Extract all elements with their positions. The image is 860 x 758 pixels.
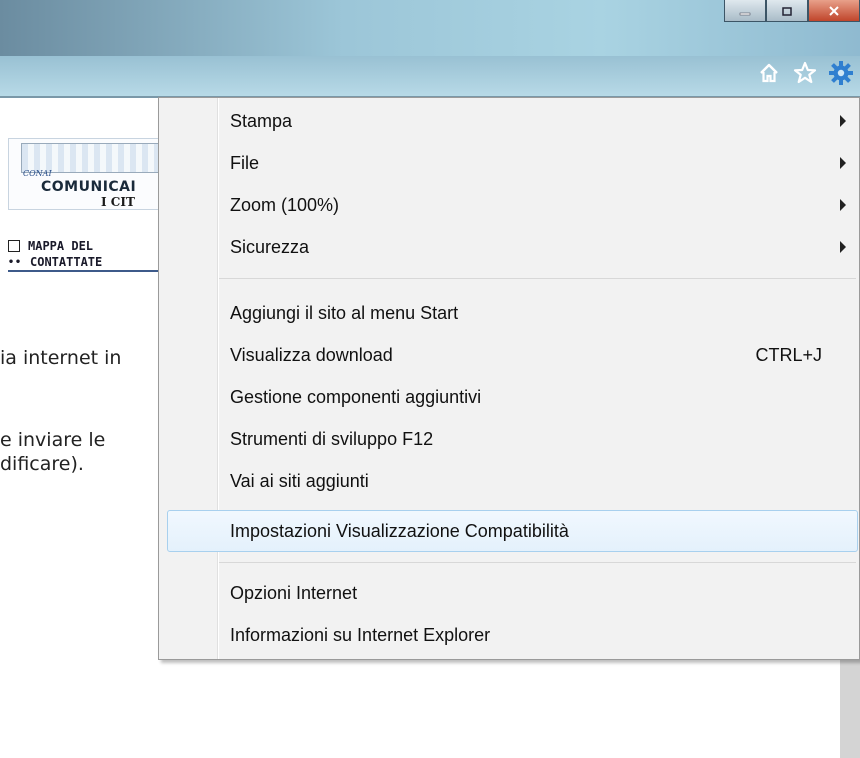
menu-item-compatibility-view-settings[interactable]: Impostazioni Visualizzazione Compatibili… (167, 510, 858, 552)
menu-item-manage-addons[interactable]: Gestione componenti aggiuntivi (160, 376, 858, 418)
menu-item-file[interactable]: File (160, 142, 858, 184)
close-button[interactable] (808, 0, 860, 22)
site-banner[interactable]: CONAI COMUNICAI I CIT (8, 138, 168, 210)
submenu-arrow-icon (840, 157, 846, 169)
menu-item-stampa[interactable]: Stampa (160, 100, 858, 142)
banner-title: COMUNICAI (41, 179, 137, 195)
restore-icon (782, 6, 792, 16)
dots-icon: •• (8, 256, 23, 268)
window-controls (724, 0, 860, 26)
tools-menu: Stampa File Zoom (100%) Sicurezza Aggiun… (158, 97, 860, 660)
menu-item-label: Informazioni su Internet Explorer (230, 624, 491, 645)
submenu-arrow-icon (840, 241, 846, 253)
menu-item-label: Sicurezza (230, 236, 310, 257)
menu-separator (219, 562, 856, 563)
menu-item-developer-tools[interactable]: Strumenti di sviluppo F12 (160, 418, 858, 460)
home-icon (760, 63, 778, 83)
home-button[interactable] (756, 60, 782, 86)
minimize-icon (739, 12, 751, 15)
close-icon (829, 5, 839, 16)
menu-item-shortcut: CTRL+J (755, 344, 822, 365)
body-text-line: dificare). (0, 453, 84, 475)
menu-item-label: Visualizza download (230, 344, 393, 365)
menu-item-add-to-start[interactable]: Aggiungi il sito al menu Start (160, 292, 858, 334)
site-links: MAPPA DEL •• CONTATTATE (8, 238, 168, 272)
minimize-button[interactable] (724, 0, 766, 22)
menu-item-label: Stampa (230, 110, 293, 131)
sitemap-link[interactable]: MAPPA DEL (8, 238, 168, 254)
tools-button[interactable] (828, 60, 854, 86)
submenu-arrow-icon (840, 199, 846, 211)
menu-item-label: Impostazioni Visualizzazione Compatibili… (230, 520, 569, 541)
submenu-arrow-icon (840, 115, 846, 127)
menu-item-about-ie[interactable]: Informazioni su Internet Explorer (160, 614, 858, 656)
menu-item-label: Vai ai siti aggiunti (230, 470, 369, 491)
menu-item-zoom[interactable]: Zoom (100%) (160, 184, 858, 226)
menu-item-internet-options[interactable]: Opzioni Internet (160, 572, 858, 614)
menu-item-label: Aggiungi il sito al menu Start (230, 302, 459, 323)
menu-separator (219, 278, 856, 279)
body-text-line: ia internet in (0, 347, 122, 369)
menu-item-label: File (230, 152, 260, 173)
browser-chrome (0, 0, 860, 98)
menu-item-label: Opzioni Internet (230, 582, 358, 603)
banner-brand: CONAI (23, 169, 52, 178)
sitemap-link-label: MAPPA DEL (28, 239, 94, 253)
menu-item-view-downloads[interactable]: Visualizza download CTRL+J (160, 334, 858, 376)
contact-link[interactable]: •• CONTATTATE (8, 254, 168, 272)
menu-item-label: Zoom (100%) (230, 194, 340, 215)
favorites-button[interactable] (792, 60, 818, 86)
menu-item-pinned-sites[interactable]: Vai ai siti aggiunti (160, 460, 858, 502)
contact-link-label: CONTATTATE (30, 255, 103, 269)
restore-button[interactable] (766, 0, 808, 22)
arrow-icon (8, 240, 20, 252)
menu-item-sicurezza[interactable]: Sicurezza (160, 226, 858, 268)
scrollbar[interactable] (840, 660, 860, 758)
menu-item-label: Gestione componenti aggiuntivi (230, 386, 482, 407)
gear-icon (829, 61, 853, 85)
star-icon (793, 61, 817, 84)
banner-subtitle: I CIT (101, 195, 135, 209)
body-text-line: e inviare le (0, 429, 106, 451)
command-toolbar (756, 56, 854, 90)
menu-item-label: Strumenti di sviluppo F12 (230, 428, 434, 449)
